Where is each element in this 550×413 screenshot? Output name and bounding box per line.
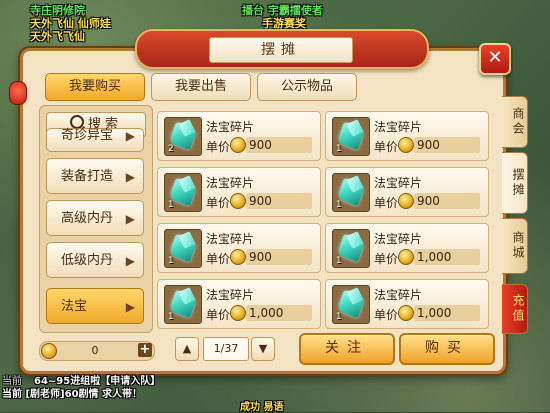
coin-icon: [398, 305, 414, 321]
category-label: 奇珍异宝: [61, 128, 114, 143]
price-label: 单价: [374, 252, 399, 266]
item-slot: 1: [332, 229, 370, 268]
item-price: 1,000: [246, 305, 312, 321]
chevron-right-icon: ▶: [125, 170, 135, 184]
category-label: 法宝: [61, 299, 88, 314]
category-high-inner-pill[interactable]: 高级内丹 ▶: [46, 200, 144, 236]
goods-item[interactable]: 1 法宝碎片 单价 900: [325, 111, 489, 161]
category-rare-treasure[interactable]: 奇珍异宝 ▶: [46, 128, 144, 152]
chevron-right-icon: ▶: [125, 254, 135, 268]
item-name: 法宝碎片: [374, 232, 423, 246]
goods-item[interactable]: 1 法宝碎片 单价 900: [157, 223, 321, 273]
goods-item[interactable]: 2 法宝碎片 单价 900: [157, 111, 321, 161]
chevron-right-icon: ▶: [125, 129, 135, 143]
item-quantity: 1: [168, 256, 174, 266]
goods-item[interactable]: 1 法宝碎片 单价 900: [157, 167, 321, 217]
category-equipment-forge[interactable]: 装备打造 ▶: [46, 158, 144, 194]
tab-shop[interactable]: 商城: [502, 218, 528, 274]
chat-panel: 当前 64~95进组啦【申请入队】 当前 [剧老师]60剧情 求人带！ 成功 易…: [0, 372, 550, 413]
prev-page-button[interactable]: ▲: [175, 337, 199, 361]
window-title: 摆摊: [209, 37, 353, 63]
item-name: 法宝碎片: [206, 120, 255, 134]
tab-buy[interactable]: 我要购买: [45, 73, 145, 101]
tab-chamber-of-commerce[interactable]: 商会: [502, 96, 528, 148]
item-quantity: 1: [168, 200, 174, 210]
item-slot: 1: [164, 173, 202, 212]
next-page-button[interactable]: ▼: [251, 337, 275, 361]
add-money-button[interactable]: +: [138, 343, 152, 357]
item-name: 法宝碎片: [206, 232, 255, 246]
item-price: 1,000: [414, 249, 480, 265]
coin-icon: [398, 137, 414, 153]
coin-icon: [230, 305, 246, 321]
coin-icon: [398, 193, 414, 209]
chevron-right-icon: ▶: [125, 212, 135, 226]
price-label: 单价: [206, 196, 231, 210]
tab-public-items[interactable]: 公示物品: [257, 73, 357, 101]
coin-icon: [230, 193, 246, 209]
coin-icon: [41, 343, 57, 359]
price-label: 单价: [206, 308, 231, 322]
item-slot: 1: [332, 117, 370, 156]
item-price: 900: [414, 137, 480, 153]
item-slot: 1: [164, 229, 202, 268]
price-label: 单价: [374, 196, 399, 210]
goods-item[interactable]: 1 法宝碎片 单价 1,000: [325, 223, 489, 273]
price-label: 单价: [206, 140, 231, 154]
price-label: 单价: [374, 308, 399, 322]
item-quantity: 1: [168, 312, 174, 322]
category-label: 低级内丹: [61, 253, 114, 268]
price-label: 单价: [206, 252, 231, 266]
item-name: 法宝碎片: [374, 176, 423, 190]
goods-grid: 2 法宝碎片 单价 900 1 法宝碎片 单价 900 1 法宝碎片 单价 90…: [157, 111, 489, 333]
coin-icon: [230, 137, 246, 153]
price-label: 单价: [374, 140, 399, 154]
item-slot: 1: [164, 285, 202, 324]
category-low-inner-pill[interactable]: 低级内丹 ▶: [46, 242, 144, 278]
item-price: 900: [246, 249, 312, 265]
item-slot: 2: [164, 117, 202, 156]
tab-stall[interactable]: 摆摊: [502, 152, 528, 214]
item-name: 法宝碎片: [206, 176, 255, 190]
chat-line: 当前 [剧老师]60剧情 求人带！: [2, 389, 143, 400]
category-panel: 搜索 奇珍异宝 ▶ 装备打造 ▶ 高级内丹 ▶ 低级内丹 ▶ 法宝 ▶: [39, 105, 153, 333]
category-label: 高级内丹: [61, 211, 114, 226]
goods-item[interactable]: 1 法宝碎片 单价 1,000: [157, 279, 321, 329]
item-slot: 1: [332, 173, 370, 212]
goods-item[interactable]: 1 法宝碎片 单价 900: [325, 167, 489, 217]
search-icon: [69, 115, 84, 129]
npc-label: 天外飞飞仙: [30, 30, 85, 43]
category-magic-treasure[interactable]: 法宝 ▶: [46, 288, 144, 324]
chevron-right-icon: ▶: [125, 300, 135, 314]
close-button[interactable]: ✕: [479, 43, 511, 75]
item-quantity: 1: [336, 144, 342, 154]
tab-recharge[interactable]: 充值: [502, 284, 528, 334]
money-display: 0 +: [39, 341, 155, 361]
chat-line: 成功 易语: [240, 402, 284, 413]
page-indicator: 1/37: [203, 337, 249, 361]
follow-button[interactable]: 关注: [299, 333, 395, 365]
goods-item[interactable]: 1 法宝碎片 单价 1,000: [325, 279, 489, 329]
item-price: 1,000: [414, 305, 480, 321]
item-name: 法宝碎片: [206, 288, 255, 302]
coin-icon: [398, 249, 414, 265]
buy-button[interactable]: 购买: [399, 333, 495, 365]
item-quantity: 2: [168, 144, 174, 154]
coin-icon: [230, 249, 246, 265]
item-quantity: 1: [336, 256, 342, 266]
trade-tabs: 我要购买 我要出售 公示物品: [45, 73, 357, 101]
tab-sell[interactable]: 我要出售: [151, 73, 251, 101]
item-slot: 1: [332, 285, 370, 324]
money-amount: 0: [91, 344, 99, 357]
item-name: 法宝碎片: [374, 288, 423, 302]
item-quantity: 1: [336, 200, 342, 210]
category-label: 装备打造: [61, 169, 114, 184]
item-quantity: 1: [336, 312, 342, 322]
lantern-icon: [9, 81, 27, 105]
item-price: 900: [246, 193, 312, 209]
stall-window: 摆摊 ✕ 我要购买 我要出售 公示物品 搜索 奇珍异宝 ▶ 装备打造 ▶ 高级内丹 ▶…: [9, 29, 511, 374]
item-price: 900: [414, 193, 480, 209]
item-price: 900: [246, 137, 312, 153]
item-name: 法宝碎片: [374, 120, 423, 134]
